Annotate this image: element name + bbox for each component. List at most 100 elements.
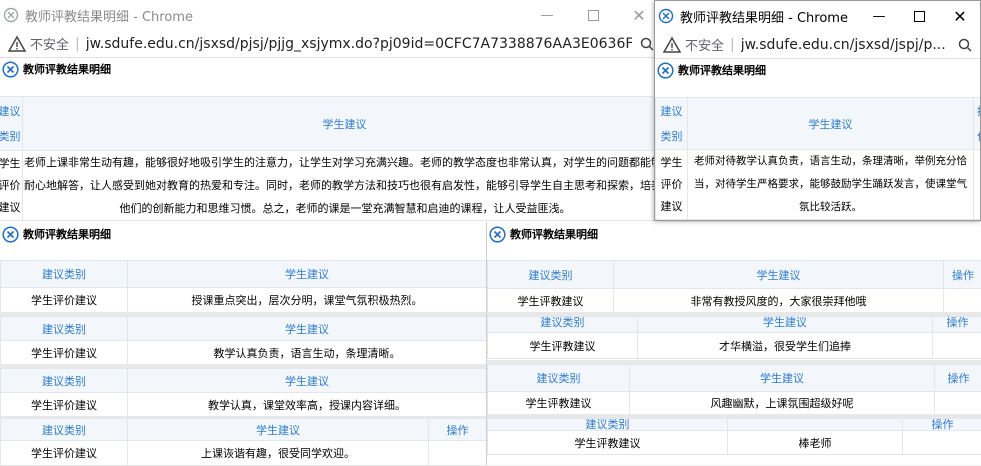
page-icon bbox=[3, 7, 19, 23]
column-header-action: 操作 bbox=[974, 98, 981, 150]
maximize-icon bbox=[588, 10, 599, 21]
table-cell-type: 学生评教建议 bbox=[488, 431, 728, 455]
column-header-action: 操作 bbox=[944, 261, 981, 289]
column-header-suggestion: 学生建议 bbox=[630, 365, 935, 392]
table-cell-suggestion: 教学认真负责，语言生动，条理清晰。 bbox=[128, 341, 487, 365]
chrome-window-front: 教师评教结果明细 - Chrome — ✕ 不安全 | jw.sdufe.edu… bbox=[654, 0, 981, 221]
title-bar[interactable]: 教师评教结果明细 - Chrome — ✕ bbox=[655, 1, 980, 31]
column-header-type: 建议类别 bbox=[488, 365, 630, 392]
minimize-button[interactable]: — bbox=[860, 1, 898, 31]
column-header-type: 建议类别 bbox=[1, 369, 128, 393]
column-header-type: 建议类别 bbox=[1, 419, 128, 441]
suggestion-table-2: 建议类别学生建议操作 学生评教建议才华横溢，很受学生们追捧 bbox=[487, 316, 981, 359]
result-panel-front: 教师评教结果明细 建议类别 学生建议 操作 学生评价建议 老师对待教学认真负责，… bbox=[655, 59, 981, 221]
warning-icon bbox=[663, 36, 681, 54]
column-header-suggestion: 学生建议 bbox=[128, 369, 487, 393]
suggestion-table-4: 建议类别学生建议操作 学生评价建议上课诙谐有趣，很受同学欢迎。 bbox=[0, 418, 487, 466]
column-header-type: 建议类别 bbox=[656, 98, 688, 150]
table-cell-type: 学生评价建议 bbox=[1, 288, 128, 313]
minimize-button[interactable]: — bbox=[524, 0, 570, 30]
address-bar[interactable]: 不安全 | jw.sdufe.edu.cn/jsxsd/jspj/p... bbox=[655, 31, 980, 59]
table-cell-type: 学生评教建议 bbox=[488, 333, 638, 359]
result-panel-tall: 教师评教结果明细 建议类别 学生建议 学生评价建议 老师上课非常生动有趣，能够很… bbox=[0, 58, 662, 222]
page-icon bbox=[658, 8, 674, 24]
column-header-suggestion: 学生建议 bbox=[128, 419, 429, 441]
column-header-suggestion: 学生建议 bbox=[638, 317, 933, 333]
table-cell-suggestion: 非常有教授风度的，大家很崇拜他哦 bbox=[614, 289, 944, 313]
panel-header: 教师评教结果明细 bbox=[0, 58, 662, 80]
maximize-icon bbox=[914, 11, 925, 22]
column-header-type: 建议类别 bbox=[1, 261, 128, 288]
suggestion-table: 建议类别 学生建议 操作 学生评价建议 老师对待教学认真负责，语言生动，条理清晰… bbox=[655, 97, 981, 220]
panel-title: 教师评教结果明细 bbox=[678, 62, 766, 78]
suggestion-table-1: 建议类别学生建议 学生评价建议授课重点突出，层次分明，课堂气氛积极热烈。 bbox=[0, 260, 487, 313]
table-cell-suggestion: 教学认真，课堂效率高，授课内容详细。 bbox=[128, 393, 487, 417]
panel-header: 教师评教结果明细 bbox=[487, 222, 981, 246]
column-header-action: 操作 bbox=[933, 317, 981, 333]
table-cell-suggestion: 上课诙谐有趣，很受同学欢迎。 bbox=[128, 441, 429, 466]
suggestion-table: 建议类别 学生建议 学生评价建议 老师上课非常生动有趣，能够很好地吸引学生的注意… bbox=[0, 96, 662, 221]
table-cell-action bbox=[933, 333, 981, 359]
chrome-window-back: 教师评教结果明细 - Chrome — ✕ 不安全 | jw.sdufe.edu… bbox=[0, 0, 662, 230]
column-header-type: 建议类别 bbox=[488, 261, 614, 289]
close-circle-icon[interactable] bbox=[2, 61, 19, 78]
panel-title: 教师评教结果明细 bbox=[23, 61, 111, 77]
table-cell-action bbox=[944, 289, 981, 313]
panel-header: 教师评教结果明细 bbox=[0, 222, 486, 246]
close-circle-icon[interactable] bbox=[657, 62, 674, 79]
column-header-type: 建议类别 bbox=[0, 97, 23, 151]
url-text[interactable]: jw.sdufe.edu.cn/jsxsd/pjsj/pjjg_xsjymx.d… bbox=[86, 36, 632, 52]
table-cell-suggestion: 老师对待教学认真负责，语言生动，条理清晰，举例充分恰 当，对待学生严格要求，能够… bbox=[688, 150, 974, 220]
column-header-action: 操作 bbox=[935, 365, 981, 392]
result-panel-right: 教师评教结果明细 建议类别学生建议操作 学生评教建议非常有教授风度的，大家很崇拜… bbox=[486, 222, 981, 465]
suggestion-table-4: 建议类别 操作 学生评教建议棒老师 bbox=[487, 418, 981, 455]
table-cell-type: 学生评价建议 bbox=[1, 441, 128, 466]
result-panel-left: 教师评教结果明细 建议类别学生建议 学生评价建议授课重点突出，层次分明，课堂气氛… bbox=[0, 222, 486, 465]
table-cell-suggestion: 授课重点突出，层次分明，课堂气氛积极热烈。 bbox=[128, 288, 487, 313]
window-title: 教师评教结果明细 - Chrome bbox=[680, 7, 860, 26]
zoom-icon[interactable] bbox=[950, 38, 980, 52]
not-secure-label: 不安全 bbox=[685, 35, 724, 54]
table-cell-type: 学生评价建议 bbox=[0, 151, 23, 221]
column-header-suggestion: 学生建议 bbox=[128, 317, 487, 341]
table-cell-suggestion: 老师上课非常生动有趣，能够很好地吸引学生的注意力，让学生对学习充满兴趣。老师的教… bbox=[23, 151, 663, 221]
table-cell-action bbox=[974, 150, 981, 220]
suggestion-table-3: 建议类别学生建议 学生评价建议教学认真，课堂效率高，授课内容详细。 bbox=[0, 368, 487, 417]
table-cell-action bbox=[903, 431, 981, 455]
column-header-action: 操作 bbox=[429, 419, 487, 441]
table-cell-suggestion: 才华横溢，很受学生们追捧 bbox=[638, 333, 933, 359]
close-circle-icon[interactable] bbox=[2, 226, 19, 243]
column-header-type: 建议类别 bbox=[488, 419, 728, 431]
close-circle-icon[interactable] bbox=[489, 226, 506, 243]
column-header-action: 操作 bbox=[903, 419, 981, 431]
url-text[interactable]: jw.sdufe.edu.cn/jsxsd/jspj/p... bbox=[741, 37, 950, 53]
table-cell-type: 学生评价建议 bbox=[656, 150, 688, 220]
table-cell-action bbox=[429, 441, 487, 466]
column-header-suggestion: 学生建议 bbox=[688, 98, 974, 150]
column-header-suggestion bbox=[728, 419, 903, 431]
maximize-button[interactable] bbox=[898, 1, 940, 31]
table-cell-type: 学生评价建议 bbox=[1, 341, 128, 365]
table-cell-suggestion: 棒老师 bbox=[728, 431, 903, 455]
title-bar[interactable]: 教师评教结果明细 - Chrome — ✕ bbox=[0, 0, 662, 30]
warning-icon bbox=[8, 35, 26, 53]
table-cell-suggestion: 风趣幽默，上课氛围超级好呢 bbox=[630, 392, 935, 415]
address-bar[interactable]: 不安全 | jw.sdufe.edu.cn/jsxsd/pjsj/pjjg_xs… bbox=[0, 30, 662, 58]
table-cell-type: 学生评教建议 bbox=[488, 392, 630, 415]
column-header-type: 建议类别 bbox=[488, 317, 638, 333]
table-cell-action bbox=[935, 392, 981, 415]
table-cell-type: 学生评教建议 bbox=[488, 289, 614, 313]
suggestion-table-2: 建议类别学生建议 学生评价建议教学认真负责，语言生动，条理清晰。 bbox=[0, 316, 487, 365]
window-title: 教师评教结果明细 - Chrome bbox=[25, 6, 524, 25]
column-header-suggestion: 学生建议 bbox=[23, 97, 663, 151]
table-cell-type: 学生评价建议 bbox=[1, 393, 128, 417]
panel-title: 教师评教结果明细 bbox=[23, 226, 111, 242]
suggestion-table-3: 建议类别学生建议操作 学生评教建议风趣幽默，上课氛围超级好呢 bbox=[487, 364, 981, 415]
column-header-suggestion: 学生建议 bbox=[614, 261, 944, 289]
column-header-type: 建议类别 bbox=[1, 317, 128, 341]
column-header-suggestion: 学生建议 bbox=[128, 261, 487, 288]
panel-header: 教师评教结果明细 bbox=[655, 59, 981, 81]
maximize-button[interactable] bbox=[570, 0, 616, 30]
suggestion-table-1: 建议类别学生建议操作 学生评教建议非常有教授风度的，大家很崇拜他哦 bbox=[487, 260, 981, 313]
close-button[interactable]: ✕ bbox=[940, 1, 980, 31]
